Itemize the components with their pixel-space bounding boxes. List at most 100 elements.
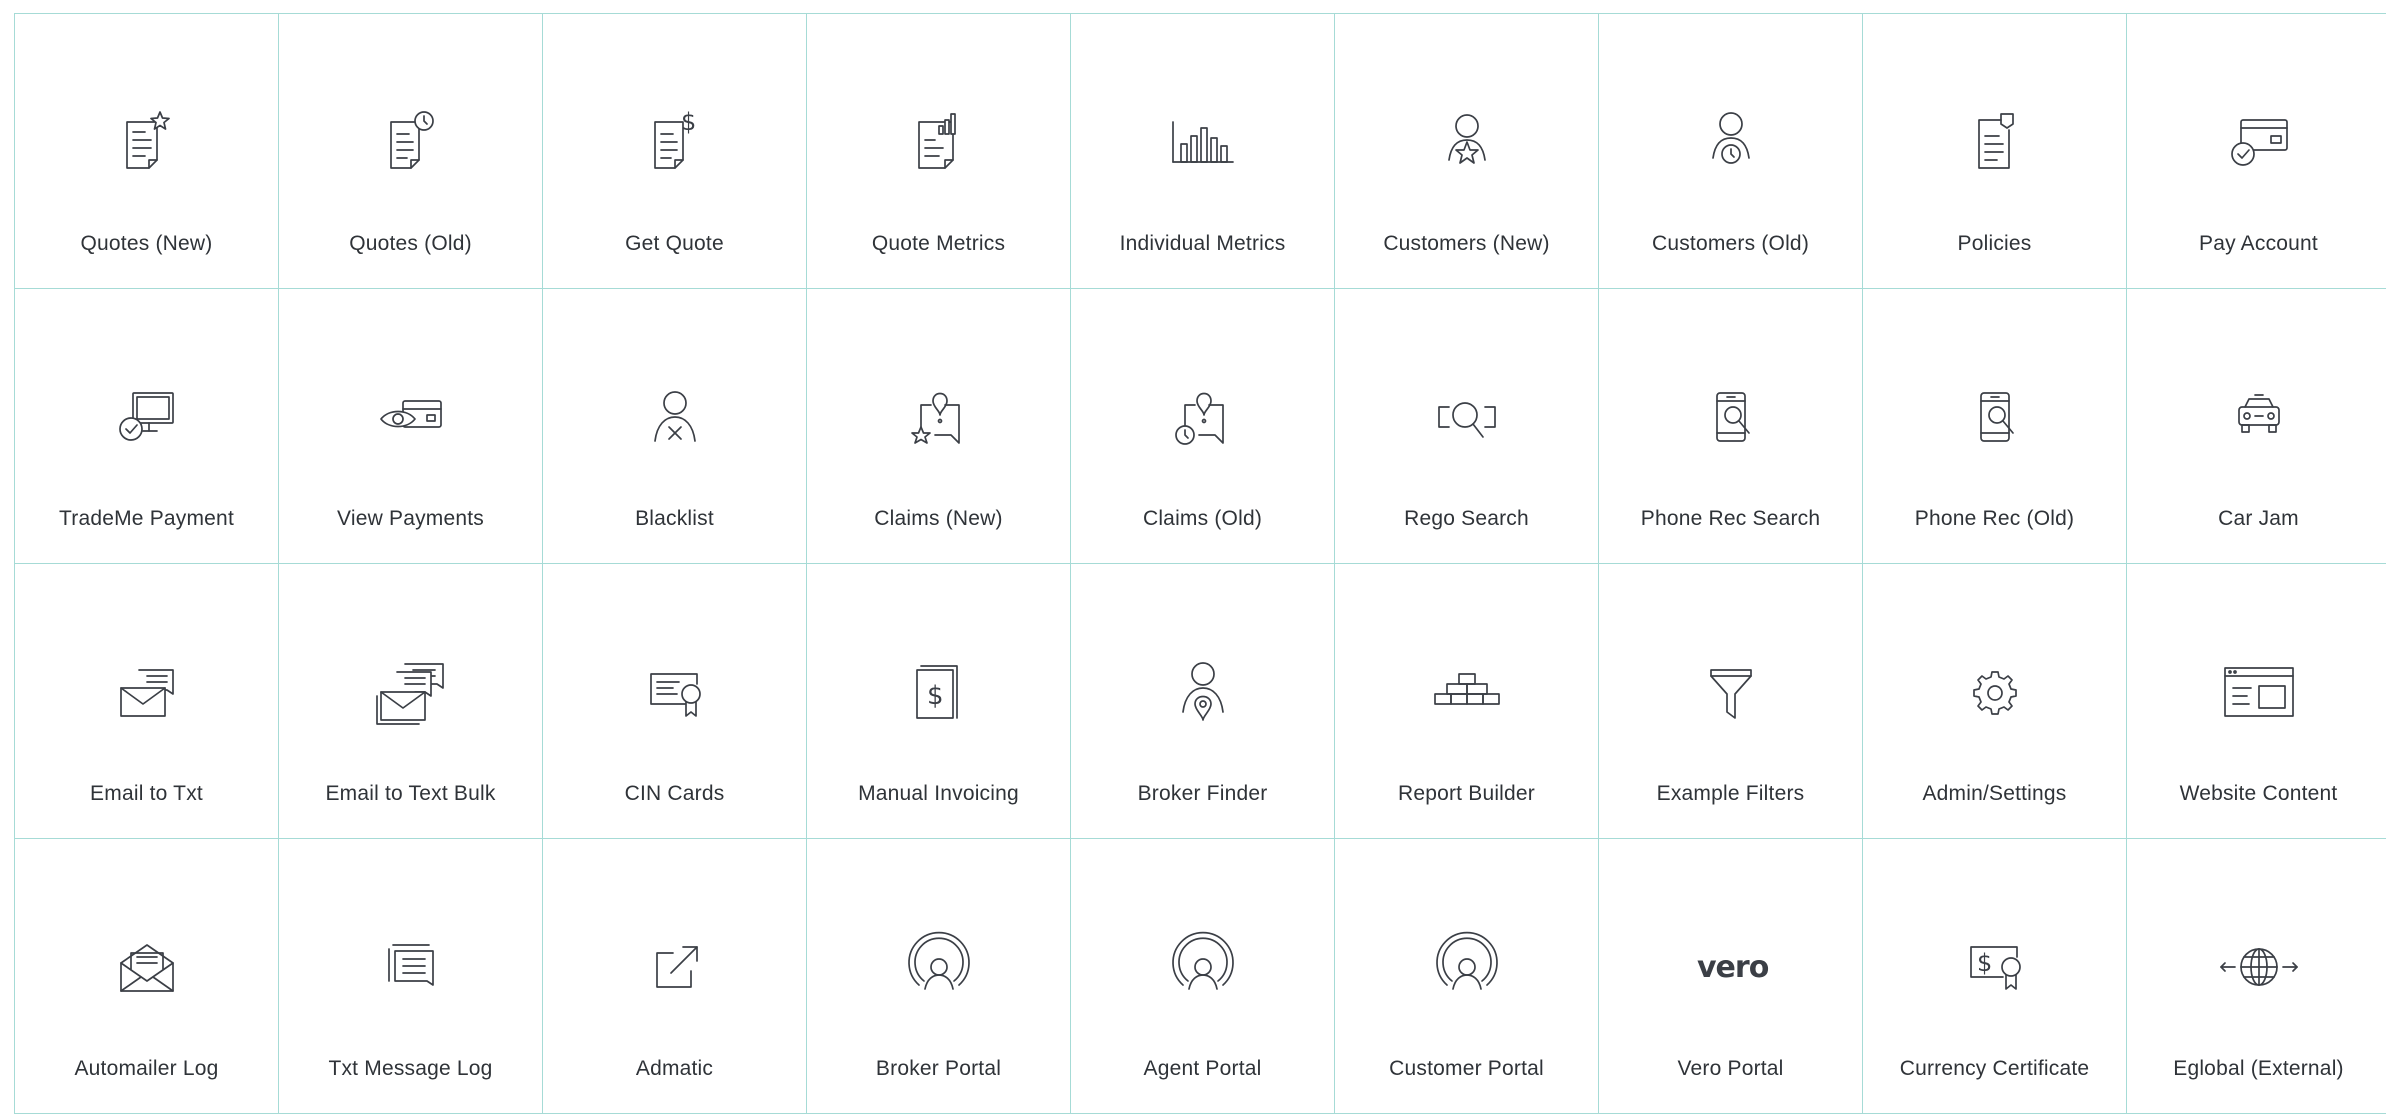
tile-manual-invoicing[interactable]: $ Manual Invoicing <box>807 564 1071 839</box>
tile-pay-account[interactable]: Pay Account <box>2127 14 2386 289</box>
tile-policies[interactable]: Policies <box>1863 14 2127 289</box>
tile-label: Agent Portal <box>1143 1057 1262 1080</box>
tile-label: Website Content <box>2179 782 2338 805</box>
bar-chart-icon <box>1155 96 1251 192</box>
external-link-icon <box>627 921 723 1017</box>
phone-search-old-icon <box>1947 371 2043 467</box>
tile-label: Automailer Log <box>74 1057 219 1080</box>
tile-website-content[interactable]: Website Content <box>2127 564 2386 839</box>
tile-automailer-log[interactable]: Automailer Log <box>15 839 279 1114</box>
app-launcher-grid: Quotes (New) Quotes (Old) $ Get Quote Qu… <box>14 13 2386 1114</box>
tile-label: Phone Rec (Old) <box>1914 507 2075 530</box>
tile-report-builder[interactable]: Report Builder <box>1335 564 1599 839</box>
tile-get-quote[interactable]: $ Get Quote <box>543 14 807 289</box>
tile-email-to-text-bulk[interactable]: Email to Text Bulk <box>279 564 543 839</box>
tile-currency-certificate[interactable]: $ Currency Certificate <box>1863 839 2127 1114</box>
tile-label: Claims (New) <box>874 507 1003 530</box>
tile-label: Customers (Old) <box>1651 232 1810 255</box>
tile-individual-metrics[interactable]: Individual Metrics <box>1071 14 1335 289</box>
invoice-dollar-icon: $ <box>891 646 987 742</box>
document-star-icon <box>99 96 195 192</box>
tile-view-payments[interactable]: View Payments <box>279 289 543 564</box>
tile-customers-new[interactable]: Customers (New) <box>1335 14 1599 289</box>
plate-search-icon <box>1419 371 1515 467</box>
tile-phone-rec-old[interactable]: Phone Rec (Old) <box>1863 289 2127 564</box>
tile-claims-old[interactable]: Claims (Old) <box>1071 289 1335 564</box>
dollar-certificate-icon: $ <box>1947 921 2043 1017</box>
person-x-icon <box>627 371 723 467</box>
tile-label: Broker Finder <box>1137 782 1268 805</box>
car-icon <box>2211 371 2307 467</box>
tile-label: Quote Metrics <box>871 232 1006 255</box>
tile-label: Vero Portal <box>1677 1057 1784 1080</box>
tile-eglobal-external[interactable]: Eglobal (External) <box>2127 839 2386 1114</box>
open-envelope-icon <box>99 921 195 1017</box>
tile-label: Blacklist <box>635 507 714 530</box>
monitor-check-icon <box>99 371 195 467</box>
tile-txt-message-log[interactable]: Txt Message Log <box>279 839 543 1114</box>
tile-label: Broker Portal <box>875 1057 1002 1080</box>
tile-label: TradeMe Payment <box>59 507 234 530</box>
portal-person-icon <box>891 921 987 1017</box>
tile-rego-search[interactable]: Rego Search <box>1335 289 1599 564</box>
tile-label: Customer Portal <box>1389 1057 1544 1080</box>
tile-label: Customers (New) <box>1383 232 1550 255</box>
tile-label: Manual Invoicing <box>858 782 1019 805</box>
tile-car-jam[interactable]: Car Jam <box>2127 289 2386 564</box>
globe-arrows-icon <box>2211 921 2307 1017</box>
tile-label: Policies <box>1957 232 2032 255</box>
tile-label: Admin/Settings <box>1922 782 2067 805</box>
tile-customer-portal[interactable]: Customer Portal <box>1335 839 1599 1114</box>
tile-quote-metrics[interactable]: Quote Metrics <box>807 14 1071 289</box>
tile-label: Email to Txt <box>90 782 203 805</box>
tile-label: Phone Rec Search <box>1640 507 1821 530</box>
svg-text:$: $ <box>927 681 944 711</box>
tile-label: Car Jam <box>2218 507 2299 530</box>
portal-person-icon <box>1419 921 1515 1017</box>
tile-vero-portal[interactable]: vero Vero Portal <box>1599 839 1863 1114</box>
tile-admin-settings[interactable]: Admin/Settings <box>1863 564 2127 839</box>
tile-claims-new[interactable]: Claims (New) <box>807 289 1071 564</box>
envelope-multi-chat-icon <box>363 646 459 742</box>
tile-broker-finder[interactable]: Broker Finder <box>1071 564 1335 839</box>
clipboard-icon <box>1947 96 2043 192</box>
alert-chat-star-icon <box>891 371 987 467</box>
document-dollar-icon: $ <box>627 96 723 192</box>
tile-label: Eglobal (External) <box>2173 1057 2344 1080</box>
person-star-icon <box>1419 96 1515 192</box>
document-chart-icon <box>891 96 987 192</box>
eye-card-icon <box>363 371 459 467</box>
tile-trademe-payment[interactable]: TradeMe Payment <box>15 289 279 564</box>
certificate-card-icon <box>627 646 723 742</box>
browser-window-icon <box>2211 646 2307 742</box>
tile-admatic[interactable]: Admatic <box>543 839 807 1114</box>
tile-label: CIN Cards <box>624 782 725 805</box>
tile-label: Example Filters <box>1656 782 1805 805</box>
document-clock-icon <box>363 96 459 192</box>
person-clock-icon <box>1683 96 1779 192</box>
card-check-icon <box>2211 96 2307 192</box>
tile-label: Txt Message Log <box>328 1057 493 1080</box>
tile-label: Report Builder <box>1397 782 1536 805</box>
tile-blacklist[interactable]: Blacklist <box>543 289 807 564</box>
tile-label: Pay Account <box>2199 232 2318 255</box>
tile-agent-portal[interactable]: Agent Portal <box>1071 839 1335 1114</box>
tile-label: Individual Metrics <box>1119 232 1286 255</box>
tile-broker-portal[interactable]: Broker Portal <box>807 839 1071 1114</box>
tile-cin-cards[interactable]: CIN Cards <box>543 564 807 839</box>
tile-label: Rego Search <box>1404 507 1529 530</box>
alert-chat-clock-icon <box>1155 371 1251 467</box>
tile-customers-old[interactable]: Customers (Old) <box>1599 14 1863 289</box>
tile-label: Admatic <box>635 1057 714 1080</box>
tile-label: View Payments <box>337 507 484 530</box>
svg-text:$: $ <box>681 108 696 136</box>
tile-quotes-new[interactable]: Quotes (New) <box>15 14 279 289</box>
svg-text:$: $ <box>1977 949 1992 977</box>
tile-email-to-txt[interactable]: Email to Txt <box>15 564 279 839</box>
tile-phone-rec-search[interactable]: Phone Rec Search <box>1599 289 1863 564</box>
tile-quotes-old[interactable]: Quotes (Old) <box>279 14 543 289</box>
person-pin-icon <box>1155 646 1251 742</box>
gear-icon <box>1947 646 2043 742</box>
tile-example-filters[interactable]: Example Filters <box>1599 564 1863 839</box>
chat-lines-icon <box>363 921 459 1017</box>
